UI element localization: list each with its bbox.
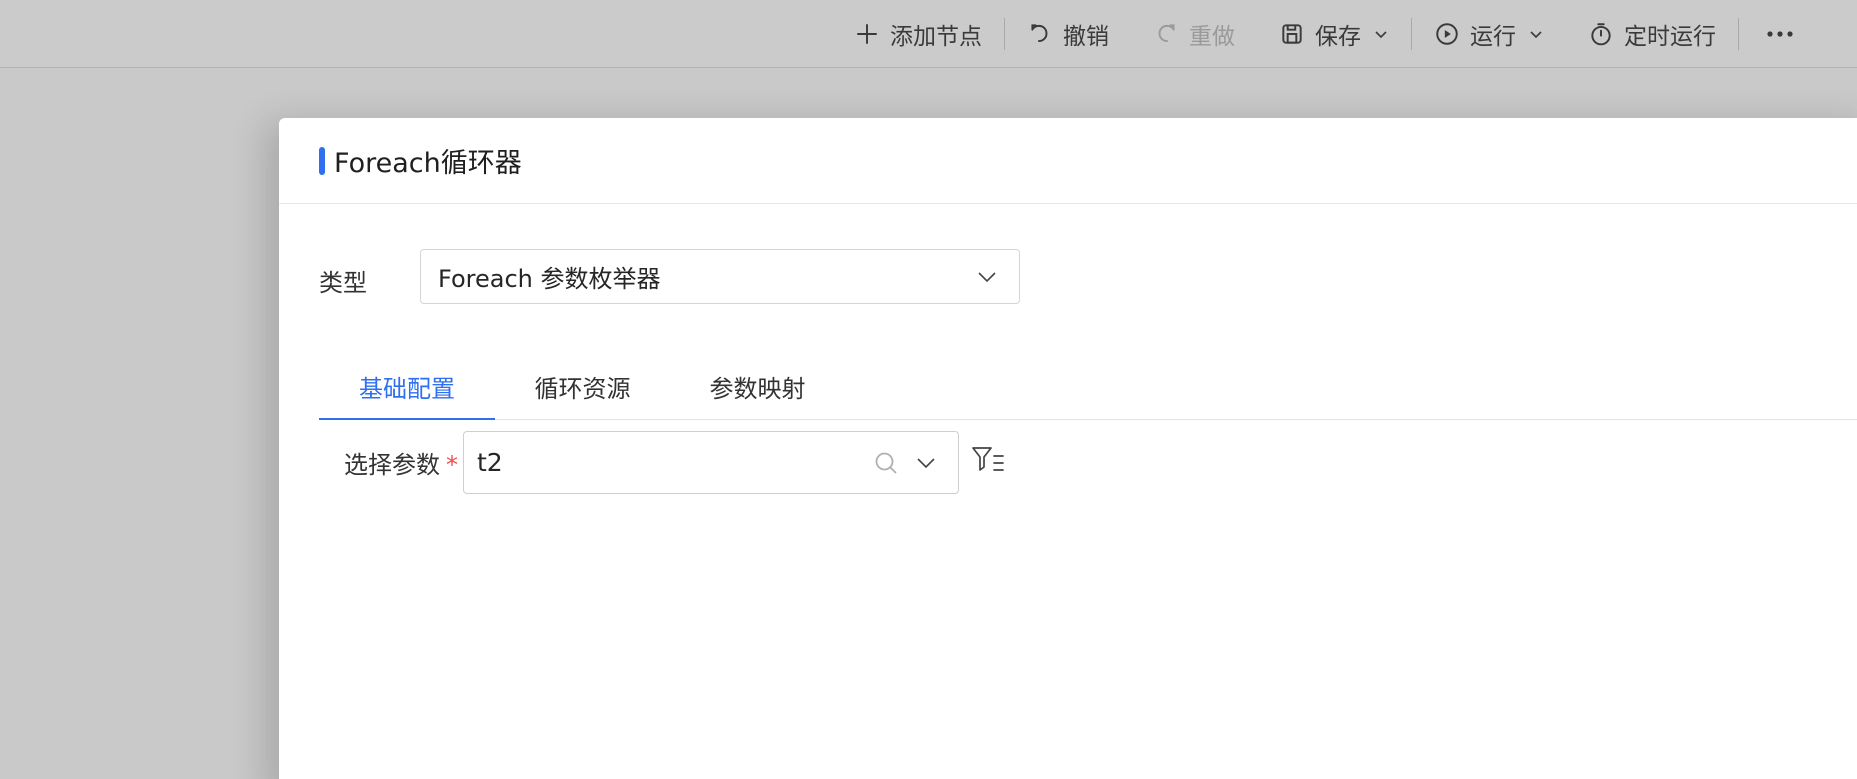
type-row: 类型 Foreach 参数枚举器 [319,249,1020,304]
param-select-value: t2 [477,448,503,477]
redo-label: 重做 [1189,23,1235,50]
top-toolbar: 添加节点 撤销 重做 保存 运行 定时运行 [0,0,1857,68]
undo-button[interactable]: 撤销 [1005,14,1131,54]
undo-icon [1031,23,1048,42]
select-param-label-text: 选择参数 [344,451,440,479]
scheduled-run-label: 定时运行 [1624,23,1716,50]
chevron-down-icon [978,271,996,282]
save-icon [1282,23,1302,44]
timer-icon [1591,22,1611,45]
run-label: 运行 [1470,23,1516,50]
chevron-down-icon[interactable] [914,451,938,475]
plus-icon [857,23,877,44]
select-param-row: 选择参数 * t2 [344,431,1006,494]
redo-icon [1158,23,1175,42]
config-tabs: 基础配置 循环资源 参数映射 [319,354,1857,420]
undo-label: 撤销 [1063,23,1109,50]
tab-loop-resources[interactable]: 循环资源 [495,353,670,419]
param-select-input[interactable]: t2 [463,431,959,494]
chevron-down-icon [1530,30,1542,38]
tab-param-mapping[interactable]: 参数映射 [670,353,845,419]
play-icon [1436,22,1458,45]
type-select[interactable]: Foreach 参数枚举器 [420,249,1020,304]
redo-button[interactable]: 重做 [1131,14,1257,54]
add-node-button[interactable]: 添加节点 [832,14,1004,54]
drawer-header: Foreach循环器 [279,118,1857,204]
type-label: 类型 [319,269,367,297]
chevron-down-icon [1375,30,1387,38]
search-icon [875,452,897,473]
required-mark: * [446,451,458,479]
scheduled-run-button[interactable]: 定时运行 [1566,14,1738,54]
run-button[interactable]: 运行 [1412,14,1566,54]
drawer-title: Foreach循环器 [334,148,522,179]
more-button[interactable] [1739,14,1811,54]
save-button[interactable]: 保存 [1257,14,1411,54]
more-icon [1767,30,1793,37]
save-label: 保存 [1315,23,1361,50]
select-param-label: 选择参数 * [344,445,460,480]
filter-icon[interactable] [970,443,1006,479]
title-accent-bar [319,146,325,175]
tab-basic-config[interactable]: 基础配置 [319,353,495,420]
type-select-value: Foreach 参数枚举器 [438,265,661,293]
add-node-label: 添加节点 [890,23,982,50]
foreach-config-drawer: Foreach循环器 类型 Foreach 参数枚举器 基础配置 循环资源 参数… [279,118,1857,779]
